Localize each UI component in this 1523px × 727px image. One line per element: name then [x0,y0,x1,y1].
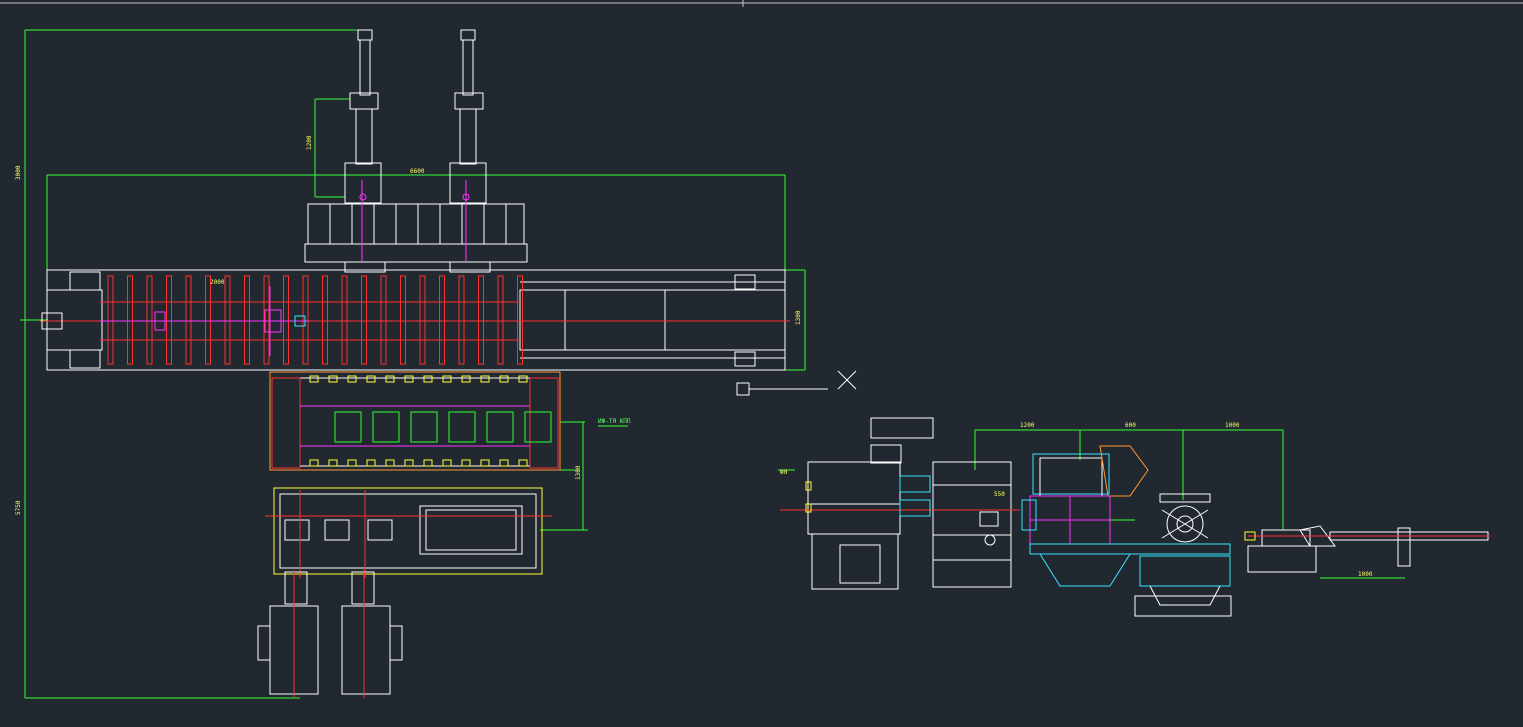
hearth-pin [366,459,376,467]
hearth-box [524,411,552,443]
hearth-pin [423,375,433,383]
hearth-pin [461,375,471,383]
roll-bar [244,275,250,365]
roll-bar [478,275,484,365]
hearth-pin [385,375,395,383]
roll-bar [205,275,211,365]
viewport-top-border [0,0,1523,7]
hearth-pin [499,459,509,467]
plan-dimension-labels: 6600 3000 5750 1200 1300 1300 2000 ИФ-ТЯ… [15,135,802,515]
hearth-pins [309,375,528,467]
svg-text:3000: 3000 [15,165,22,180]
hearth-pin [442,459,452,467]
svg-text:5750: 5750 [15,500,22,515]
roll-bar [341,275,348,365]
hearth-pin [404,375,414,383]
roll-bar [497,275,504,365]
main-roll-table-rolls [107,275,523,365]
hearth-boxes [334,411,552,443]
svg-text:6600: 6600 [410,168,425,175]
svg-text:1200: 1200 [306,135,313,150]
roll-bar [283,275,289,365]
roll-bar [458,275,465,365]
roll-bar [322,275,328,365]
hearth-pin [461,459,471,467]
roll-bar [439,275,445,365]
overall-dimensions [20,29,806,699]
elevation-view-layout[interactable]: 1200 600 1000 1000 ФЯ 550 [778,417,1490,617]
hearth-pin [499,375,509,383]
hearth-pin [518,459,528,467]
roll-bar [400,275,406,365]
svg-text:600: 600 [1125,422,1136,429]
roll-bar [361,275,367,365]
cad-model-space[interactable]: 6600 3000 5750 1200 1300 1300 2000 ИФ-ТЯ… [0,0,1523,727]
svg-text:ФЯ: ФЯ [780,469,788,476]
hearth-pin [404,459,414,467]
svg-text:2000: 2000 [210,279,225,286]
elevation-dimension-labels: 1200 600 1000 1000 ФЯ 550 [780,422,1373,578]
upper-feeders-accents [359,180,470,262]
roll-bar [185,275,192,365]
hearth-pin [347,459,357,467]
svg-text:1300: 1300 [575,465,582,480]
hearth-pin [423,459,433,467]
crosshair-cursor-icon [736,370,857,396]
hearth-pin [309,375,319,383]
hearth-box [372,411,400,443]
svg-text:1000: 1000 [1225,422,1240,429]
hearth-pin [366,375,376,383]
lower-stand [265,487,552,578]
entry-machine [807,417,1012,590]
exit-conveyor [1244,525,1490,573]
hearth-furnace [269,371,561,471]
hearth-pin [480,459,490,467]
hearth-pin [385,459,395,467]
svg-text:1000: 1000 [1358,571,1373,578]
plan-view-layout[interactable]: 6600 3000 5750 1200 1300 1300 2000 ИФ-ТЯ… [15,29,857,699]
upper-feeders [304,29,528,273]
hearth-pin [518,375,528,383]
hearth-box [410,411,438,443]
svg-text:1300: 1300 [795,310,802,325]
roll-bar [380,275,387,365]
roll-bar [146,275,153,365]
spider-roll-stand [1134,493,1232,617]
hearth-box [334,411,362,443]
roll-bar [107,275,114,365]
svg-text:1200: 1200 [1020,422,1035,429]
roll-bar [166,275,172,365]
roll-bar [127,275,133,365]
hearth-pin [480,375,490,383]
svg-text:ИФ-ТЯ КПП: ИФ-ТЯ КПП [598,418,631,425]
hearth-box [448,411,476,443]
roll-bar [419,275,426,365]
hearth-box [486,411,514,443]
hearth-pin [442,375,452,383]
hearth-pin [347,375,357,383]
hearth-pin [328,459,338,467]
lower-motors [257,570,403,698]
hearth-pin [309,459,319,467]
roll-bar [224,275,231,365]
svg-text:550: 550 [994,491,1005,498]
hearth-pin [328,375,338,383]
main-roll-table [46,269,786,371]
